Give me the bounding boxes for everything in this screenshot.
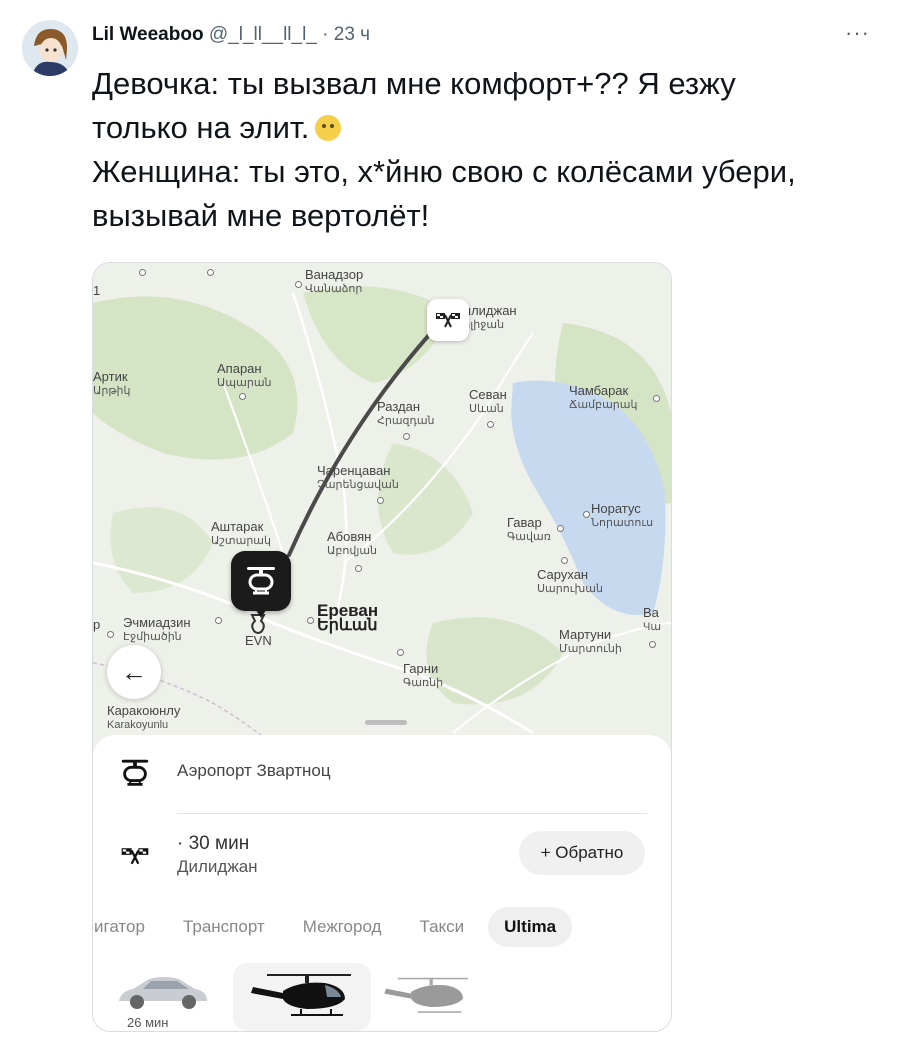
city-dot bbox=[653, 395, 660, 402]
vehicle-option-car[interactable]: 26 мин bbox=[105, 963, 215, 1031]
map-label-sevan: Севан Սևան bbox=[469, 387, 507, 415]
author-handle[interactable]: @_l_ll__ll_l_ bbox=[209, 24, 317, 45]
city-dot bbox=[295, 281, 302, 288]
map-edge-marker: р bbox=[93, 617, 101, 632]
tweet-line: Девочка: ты вызвал мне комфорт+?? Я езжу bbox=[92, 66, 736, 101]
helicopter-icon bbox=[251, 974, 351, 1016]
tweet-line: вызывай мне вертолёт! bbox=[92, 198, 430, 233]
tweet-header: Lil Weeaboo @_l_ll__ll_l_ · 23 ч bbox=[92, 24, 370, 46]
origin-pin[interactable] bbox=[231, 551, 291, 618]
rolling-eyes-emoji-icon bbox=[315, 115, 342, 141]
destination-pin[interactable] bbox=[427, 299, 469, 341]
map-label-aparan: Апаран Ապարան bbox=[217, 361, 272, 389]
map-label-abovyan: Абовян Աբովյան bbox=[327, 529, 378, 557]
header-separator: · bbox=[322, 24, 329, 45]
map-label-ashtarak: Аштарак Աշտարակ bbox=[211, 519, 271, 547]
tweet-line: Женщина: ты это, х*йню свою с колёсами у… bbox=[92, 154, 796, 189]
pickup-address[interactable]: Аэропорт Звартноц bbox=[177, 761, 331, 781]
map-label-artik: Артик Արթիկ bbox=[93, 369, 131, 397]
city-dot bbox=[397, 649, 404, 656]
vehicle-options: 26 мин bbox=[93, 963, 671, 1031]
tab-taxi[interactable]: Такси bbox=[419, 917, 464, 937]
tab-ultima[interactable]: Ultima bbox=[488, 907, 573, 947]
city-dot bbox=[307, 617, 314, 624]
map-label-razdan: Раздан Հրազդան bbox=[377, 399, 435, 427]
map-label-sarukhan: Сарухан Սարուխան bbox=[537, 567, 603, 595]
map-label-noratus: Норатус Նորատուս bbox=[591, 501, 654, 529]
city-dot bbox=[649, 641, 656, 648]
city-dot bbox=[355, 565, 362, 572]
avatar[interactable] bbox=[22, 20, 78, 76]
tab-navigator[interactable]: вигатор bbox=[93, 917, 145, 937]
helicopter-icon bbox=[384, 977, 468, 1013]
helicopter-icon bbox=[247, 567, 275, 595]
tweet-text: Девочка: ты вызвал мне комфорт+?? Я езжу… bbox=[92, 62, 882, 238]
tweet-line: только на элит. bbox=[92, 110, 310, 145]
map-edge-label: Ва Чա bbox=[643, 605, 662, 633]
map-label-chambarak: Чамбарак Ճամբարակ bbox=[569, 383, 638, 411]
route-bottom-sheet[interactable]: Аэропорт Звартноц · 30 мин Дилиджан + Об… bbox=[93, 720, 671, 1031]
map-label-karakoyunlu: Каракоюнлу Karakoyunlu bbox=[107, 703, 181, 731]
arrow-left-icon: ← bbox=[121, 656, 147, 687]
divider bbox=[177, 813, 647, 814]
map-label-garni: Гарни Գառնի bbox=[403, 661, 444, 689]
return-trip-button[interactable]: + Обратно bbox=[519, 831, 645, 875]
map-label-echmiadzin: Эчмиадзин Էջմիածին bbox=[123, 615, 191, 643]
tweet-timestamp[interactable]: 23 ч bbox=[334, 24, 370, 45]
more-dots-icon[interactable]: ··· bbox=[845, 20, 870, 46]
trip-duration: · 30 мин bbox=[177, 833, 250, 854]
city-dot bbox=[557, 525, 564, 532]
map-label-vanadzor: Ванадзор Վանաձոր bbox=[305, 267, 364, 295]
city-dot bbox=[107, 631, 114, 638]
tab-intercity[interactable]: Межгород bbox=[303, 917, 382, 937]
city-dot bbox=[377, 497, 384, 504]
attached-screenshot[interactable]: 1 Ванадзор Վանաձոր Дилиджан Դիլիջան Артик Ա… bbox=[92, 262, 672, 1032]
city-dot bbox=[403, 433, 410, 440]
city-dot bbox=[239, 393, 246, 400]
map-label-gavar: Гавар Գավառ bbox=[507, 515, 551, 543]
vehicle-eta: 26 мин bbox=[127, 1015, 169, 1030]
finish-flags-icon bbox=[436, 313, 460, 328]
map-view[interactable]: 1 Ванадзор Վանաձոր Дилиджан Դիլիջան Артик Ա… bbox=[93, 263, 671, 764]
service-tabs: вигатор Транспорт Межгород Такси Ultima bbox=[93, 907, 671, 947]
city-dot bbox=[487, 421, 494, 428]
destination-address[interactable]: Дилиджан bbox=[177, 857, 258, 877]
map-edge-marker: 1 bbox=[93, 283, 101, 298]
vehicle-option-helicopter[interactable] bbox=[233, 963, 371, 1031]
city-dot bbox=[207, 269, 214, 276]
back-button[interactable]: ← bbox=[107, 645, 161, 699]
car-icon bbox=[119, 977, 207, 1009]
finish-flags-icon bbox=[115, 841, 155, 871]
tweet-line-with-emoji: только на элит. bbox=[92, 106, 882, 150]
author-name[interactable]: Lil Weeaboo bbox=[92, 24, 204, 45]
tab-transport[interactable]: Транспорт bbox=[183, 917, 265, 937]
city-dot bbox=[215, 617, 222, 624]
city-dot bbox=[561, 557, 568, 564]
map-label-yerevan: Ереван Երևան bbox=[317, 601, 379, 634]
map-label-charentsavan: Чаренцаван Չարենցավան bbox=[317, 463, 399, 491]
helicopter-icon bbox=[115, 753, 155, 793]
city-dot bbox=[139, 269, 146, 276]
map-label-martuni: Мартуни Մարտունի bbox=[559, 627, 622, 655]
map-label-evn: EVN bbox=[245, 633, 272, 648]
vehicle-option-helicopter-alt[interactable] bbox=[381, 963, 481, 1031]
sheet-grabber[interactable] bbox=[365, 720, 407, 725]
city-dot bbox=[583, 511, 590, 518]
